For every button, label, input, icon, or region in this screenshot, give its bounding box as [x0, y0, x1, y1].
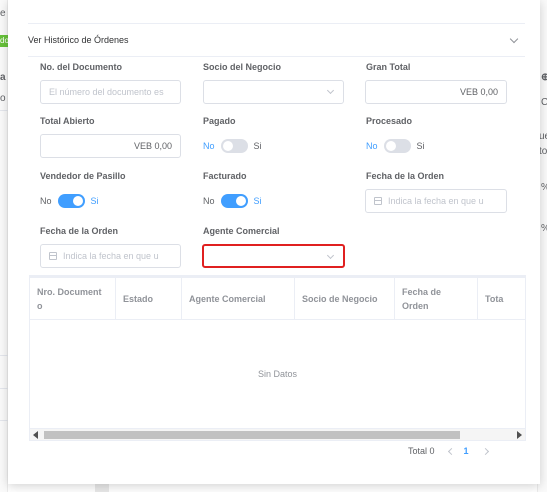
order-date-field: Fecha de la Orden — [366, 171, 444, 183]
background-badge-text: do — [0, 36, 8, 45]
grand-total-input[interactable]: VEB 0,00 — [365, 80, 507, 104]
processed-on-text: Si — [416, 141, 425, 151]
orders-table: Nro. Document o Estado Agente Comercial … — [29, 275, 526, 441]
order-date-to-label: Fecha de la Orden — [40, 226, 119, 236]
column-header-sales-agent[interactable]: Agente Comercial — [182, 278, 295, 319]
column-header-business-partner[interactable]: Socio de Negocio — [295, 278, 395, 319]
background-text: a — [0, 72, 6, 83]
processed-switch[interactable] — [383, 139, 411, 153]
invoiced-on-text: Si — [253, 196, 262, 206]
background-divider — [0, 110, 8, 111]
salesperson-off-text: No — [40, 196, 52, 206]
pagination-total: Total 0 — [408, 446, 435, 456]
background-text: C — [541, 97, 547, 108]
order-date-placeholder: Indica la fecha en que u — [388, 196, 484, 206]
processed-field: Procesado — [366, 116, 412, 128]
column-header-status[interactable]: Estado — [116, 278, 182, 319]
salesperson-label: Vendedor de Pasillo — [40, 171, 126, 181]
salesperson-switch-row: No Si — [40, 194, 99, 208]
document-no-input[interactable]: El número del documento es — [40, 80, 181, 104]
horizontal-scrollbar[interactable] — [30, 428, 525, 440]
background-text: o — [0, 93, 6, 104]
sales-agent-label: Agente Comercial — [203, 226, 280, 236]
document-no-label: No. del Documento — [40, 62, 123, 72]
business-partner-label: Socio del Negocio — [203, 62, 282, 72]
calendar-icon — [49, 252, 57, 260]
business-partner-field: Socio del Negocio — [203, 62, 281, 74]
switch-knob — [235, 196, 246, 206]
paid-on-text: Si — [253, 141, 262, 151]
scroll-right-arrow-icon[interactable] — [517, 431, 522, 439]
background-divider — [0, 355, 8, 356]
background-divider — [0, 388, 8, 389]
grand-total-label: Gran Total — [366, 62, 411, 72]
column-header-total[interactable]: Tota — [478, 278, 525, 319]
grand-total-field: Gran Total — [366, 62, 410, 74]
open-total-input[interactable]: VEB 0,00 — [40, 134, 181, 158]
order-history-dialog: Ver Histórico de Órdenes No. del Documen… — [8, 0, 540, 484]
switch-knob — [222, 141, 233, 151]
processed-off-text: No — [366, 141, 378, 151]
invoiced-switch[interactable] — [220, 194, 248, 208]
table-header: Nro. Document o Estado Agente Comercial … — [30, 276, 525, 320]
collapse-header-order-history[interactable]: Ver Histórico de Órdenes — [28, 23, 525, 57]
paid-label: Pagado — [203, 116, 236, 126]
chevron-down-icon — [326, 86, 335, 95]
calendar-icon — [374, 197, 382, 205]
column-header-order-date[interactable]: Fecha de Orden — [395, 278, 478, 319]
order-date-label: Fecha de la Orden — [366, 171, 445, 181]
paid-off-text: No — [203, 141, 215, 151]
document-no-field: No. del Documento — [40, 62, 122, 74]
paid-switch-row: No Si — [203, 139, 262, 153]
switch-knob — [385, 141, 396, 151]
order-date-input[interactable]: Indica la fecha en que u — [365, 189, 507, 213]
sales-agent-select[interactable] — [202, 244, 345, 268]
scroll-left-arrow-icon[interactable] — [33, 431, 38, 439]
invoiced-label: Facturado — [203, 171, 247, 181]
background-text: % — [541, 223, 547, 234]
background-text: ue — [539, 131, 547, 142]
salesperson-field: Vendedor de Pasillo — [40, 171, 126, 183]
table-empty-text: Sin Datos — [257, 369, 298, 379]
business-partner-select[interactable] — [203, 80, 344, 104]
salesperson-on-text: Si — [90, 196, 99, 206]
column-header-document-no[interactable]: Nro. Document o — [30, 278, 116, 319]
chevron-down-icon — [509, 34, 519, 43]
switch-knob — [72, 196, 83, 206]
invoiced-field: Facturado — [203, 171, 247, 183]
order-date-to-input[interactable]: Indica la fecha en que u — [40, 244, 181, 268]
background-badge: do — [0, 35, 8, 47]
order-date-to-placeholder: Indica la fecha en que u — [63, 251, 159, 261]
order-date-to-field: Fecha de la Orden — [40, 226, 118, 238]
open-total-field: Total Abierto — [40, 116, 95, 128]
next-page-icon[interactable] — [481, 447, 489, 455]
background-text: % — [541, 182, 547, 193]
invoiced-switch-row: No Si — [203, 194, 262, 208]
processed-switch-row: No Si — [366, 139, 425, 153]
scroll-thumb[interactable] — [44, 431, 460, 439]
salesperson-switch[interactable] — [57, 194, 85, 208]
sales-agent-field: Agente Comercial — [203, 226, 280, 238]
pagination: Total 0 1 — [408, 444, 489, 458]
chevron-down-icon — [326, 251, 335, 260]
background-text: to — [539, 146, 547, 157]
background-plus-icon: ⊕ — [541, 72, 547, 83]
background-divider — [0, 420, 8, 421]
current-page-number[interactable]: 1 — [464, 446, 469, 456]
background-text: e — [0, 8, 6, 19]
invoiced-off-text: No — [203, 196, 215, 206]
paid-switch[interactable] — [220, 139, 248, 153]
prev-page-icon[interactable] — [447, 447, 455, 455]
background-scroll-fragment — [95, 484, 109, 492]
paid-field: Pagado — [203, 116, 236, 128]
processed-label: Procesado — [366, 116, 413, 126]
collapse-title: Ver Histórico de Órdenes — [28, 35, 129, 45]
open-total-label: Total Abierto — [40, 116, 95, 126]
